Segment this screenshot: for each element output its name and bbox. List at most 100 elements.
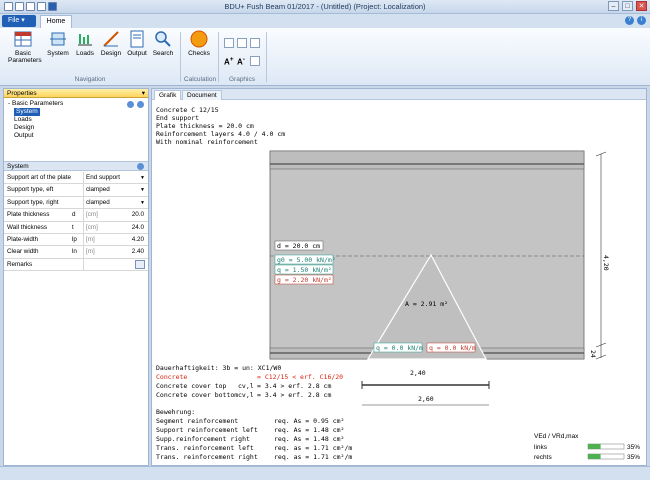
prop-row-remarks: Remarks xyxy=(4,258,148,272)
design-button[interactable]: Design xyxy=(99,30,123,57)
header-line: End support xyxy=(156,114,199,122)
rein-label: Segment reinforcement xyxy=(156,417,238,425)
design-icon xyxy=(103,31,119,47)
ribbon-separator xyxy=(180,32,181,82)
basic-label-2: Parameters xyxy=(8,57,42,64)
maximize-button[interactable]: □ xyxy=(622,1,633,11)
minimize-button[interactable]: – xyxy=(608,1,619,11)
small-dimension-label: 24 xyxy=(589,350,597,358)
prop-label: Support type, eft xyxy=(7,186,54,194)
ribbon-tab-row: File ▾ Home ? i xyxy=(0,14,650,28)
table-icon xyxy=(14,31,32,47)
rein-value: req. as = 1.71 cm²/m xyxy=(274,444,352,452)
inner-width-label: 2,40 xyxy=(410,369,426,377)
help-icon[interactable]: ? xyxy=(625,16,634,25)
home-view-icon[interactable] xyxy=(250,38,260,48)
rein-value: req. As = 1.48 cm² xyxy=(274,435,344,443)
prop-symbol: lp xyxy=(72,236,77,243)
rein-label: Trans. reinforcement left xyxy=(156,444,254,452)
close-button[interactable]: ✕ xyxy=(636,1,647,11)
search-button[interactable]: Search xyxy=(152,30,174,57)
search-label: Search xyxy=(152,50,174,57)
tab-document[interactable]: Document xyxy=(182,90,222,100)
tree-item-output[interactable]: Output xyxy=(14,132,34,140)
support-art-dropdown[interactable]: End support ▼ xyxy=(84,173,146,183)
tree-label: Basic Parameters xyxy=(11,100,64,107)
tree-item-loads[interactable]: Loads xyxy=(14,116,32,124)
info-icon[interactable] xyxy=(137,101,144,108)
prop-row-clear-width: Clear width ln [m] 2.40 xyxy=(4,246,148,259)
g0-label: g0 = 5.00 kN/m² xyxy=(277,256,336,264)
ratio-left-value: 35% xyxy=(627,444,640,451)
rein-value: req. As = 0.95 cm² xyxy=(274,417,344,425)
output-icon xyxy=(130,30,144,48)
plate-width-input[interactable]: 4.20 xyxy=(132,236,144,243)
graphic-canvas: Concrete C 12/15 End support Plate thick… xyxy=(156,106,640,461)
system-section-header: System xyxy=(4,161,148,171)
support-right-dropdown[interactable]: clamped ▼ xyxy=(84,198,146,208)
ratio-right-label: rechts xyxy=(534,454,552,461)
tree-item-basic-parameters[interactable]: - Basic Parameters xyxy=(8,100,63,108)
tree-item-design[interactable]: Design xyxy=(14,124,34,132)
outer-width-label: 2,60 xyxy=(418,395,434,403)
concrete-value: = C12/15 < erf. C16/20 xyxy=(257,373,343,381)
checks-button[interactable]: Checks xyxy=(186,30,212,57)
edit-remarks-icon[interactable] xyxy=(135,259,145,269)
plate-thickness-label: d = 20.0 cm xyxy=(277,242,320,250)
clear-width-input[interactable]: 2.40 xyxy=(132,248,144,255)
search-icon[interactable] xyxy=(127,101,134,108)
prop-symbol: ln xyxy=(72,248,77,256)
pin-icon[interactable]: ▾ xyxy=(142,89,145,98)
prop-symbol: d xyxy=(72,211,76,219)
system-button[interactable]: System xyxy=(46,30,70,57)
wall-thickness-input[interactable]: 24.0 xyxy=(132,224,144,231)
ribbon: Basic Parameters System Loads Design Out… xyxy=(0,28,650,86)
prop-row-plate-thickness: Plate thickness d [cm] 20.0 xyxy=(4,209,148,222)
rein-value: req. as = 1.71 cm²/m xyxy=(274,453,352,461)
rein-label: Trans. reinforcement right xyxy=(156,453,258,461)
checks-icon xyxy=(190,30,208,48)
tab-grafik[interactable]: Grafik xyxy=(154,90,182,100)
prop-unit: [cm] xyxy=(86,211,98,219)
top-plate xyxy=(269,150,585,170)
search-icon xyxy=(155,31,171,47)
support-left-dropdown[interactable]: clamped ▼ xyxy=(84,185,146,195)
loads-label: Loads xyxy=(76,50,94,57)
tab-home[interactable]: Home xyxy=(40,15,72,28)
height-dimension-label: 4,20 xyxy=(602,255,610,271)
basic-parameters-button[interactable]: Basic Parameters xyxy=(8,30,42,64)
image-icon[interactable] xyxy=(237,38,247,48)
ratio-title: VEd / VRd,max xyxy=(534,433,579,440)
settings-icon[interactable] xyxy=(250,56,260,66)
tree-item-system[interactable]: System xyxy=(14,108,40,116)
loads-icon xyxy=(78,34,92,46)
prop-unit: [cm] xyxy=(86,223,98,231)
file-menu-button[interactable]: File ▾ xyxy=(2,15,36,27)
ribbon-separator xyxy=(218,32,219,82)
q-label: q = 1.50 kN/m² xyxy=(277,266,332,274)
plate-thickness-input[interactable]: 20.0 xyxy=(132,211,144,218)
properties-title: Properties xyxy=(7,90,37,97)
concrete-label: Concrete xyxy=(156,373,187,381)
cover-bottom-value: = 3.4 > erf. 2.8 cm xyxy=(257,391,331,399)
chevron-down-icon: ▼ xyxy=(140,175,145,181)
output-button[interactable]: Output xyxy=(126,30,148,57)
rein-label: Support reinforcement left xyxy=(156,426,258,434)
navigation-group-label: Navigation xyxy=(74,76,106,83)
info-icon[interactable]: i xyxy=(637,16,646,25)
cover-bottom-label: Concrete cover bottom xyxy=(156,391,238,399)
navigation-tree: - Basic Parameters System Loads Design O… xyxy=(4,98,148,160)
header-line: Reinforcement layers 4.0 / 4.0 cm xyxy=(156,130,285,138)
document-tabs: Grafik Document xyxy=(152,89,646,100)
prop-row-support-art: Support art of the plate End support ▼ xyxy=(4,172,148,185)
area-label: A = 2.91 m² xyxy=(405,300,448,308)
loads-button[interactable]: Loads xyxy=(74,30,96,57)
font-smaller-icon[interactable]: A- xyxy=(237,56,247,67)
prop-unit: [m] xyxy=(86,248,95,256)
font-larger-icon[interactable]: A+ xyxy=(224,56,234,67)
info-icon[interactable] xyxy=(137,163,144,170)
prop-label: Plate thickness xyxy=(7,211,50,219)
prop-value: End support xyxy=(86,174,120,181)
reinforcement-heading: Bewehrung: xyxy=(156,408,195,416)
zoom-icon[interactable] xyxy=(224,38,234,48)
